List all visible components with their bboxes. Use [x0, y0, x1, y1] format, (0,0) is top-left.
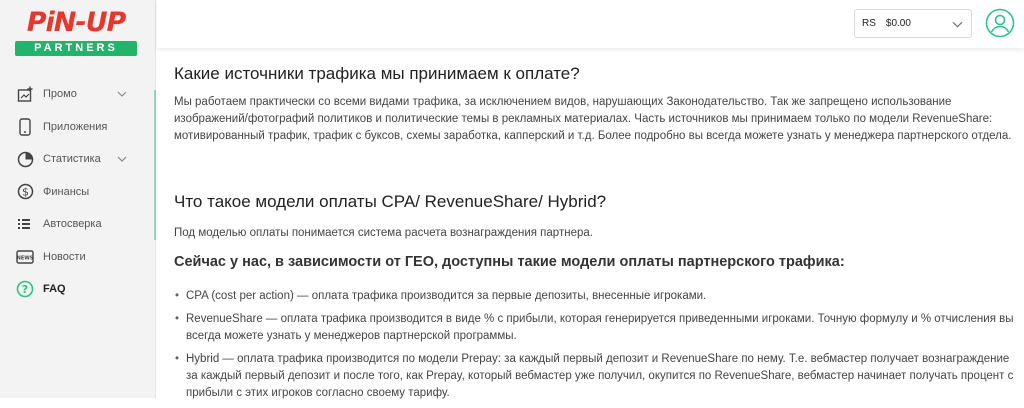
svg-text:NEWS: NEWS — [17, 255, 34, 261]
sidebar-item-faq[interactable]: ? FAQ — [0, 273, 155, 306]
user-avatar-icon[interactable] — [985, 8, 1015, 38]
sidebar-nav: Промо Приложения Статистика $ Финансы Ав… — [0, 78, 155, 306]
list-item: CPA (cost per action) — оплата трафика п… — [174, 288, 1014, 305]
list-item: Hybrid — оплата трафика производится по … — [174, 351, 1014, 402]
balance-value: $0.00 — [885, 18, 911, 29]
chevron-down-icon — [117, 91, 127, 98]
question-icon: ? — [16, 280, 34, 298]
dollar-icon: $ — [16, 183, 34, 201]
sidebar-item-finance[interactable]: $ Финансы — [0, 176, 155, 209]
phone-icon — [16, 118, 34, 136]
sidebar-item-apps[interactable]: Приложения — [0, 111, 155, 144]
promo-icon — [16, 85, 34, 103]
logo-text: PiN-UP — [26, 7, 127, 38]
chevron-down-icon — [952, 21, 963, 28]
news-icon: NEWS — [16, 248, 34, 266]
currency-label: RS — [862, 18, 876, 29]
svg-text:$: $ — [22, 186, 29, 199]
list-icon — [16, 215, 34, 233]
balance-dropdown[interactable]: RS $0.00 — [854, 9, 972, 38]
list-item: RevenueShare — оплата трафика производит… — [174, 311, 1014, 345]
sidebar-item-autoreconcile[interactable]: Автосверка — [0, 208, 155, 241]
sidebar-item-promo[interactable]: Промо — [0, 78, 155, 111]
chevron-down-icon — [117, 156, 127, 163]
pie-chart-icon — [16, 150, 34, 168]
pin-up-partners-logo[interactable]: PiN-UP PARTNERS — [14, 8, 138, 62]
sidebar-item-statistics[interactable]: Статистика — [0, 143, 155, 176]
sidebar-item-label: Статистика — [43, 153, 101, 166]
faq-answer-payment-models: Под моделью оплаты понимается система ра… — [174, 227, 593, 239]
sidebar-item-news[interactable]: NEWS Новости — [0, 241, 155, 274]
sidebar-item-label: Промо — [43, 88, 77, 101]
faq-question-traffic-sources: Какие источники трафика мы принимаем к о… — [174, 64, 580, 83]
top-header: RS $0.00 — [157, 0, 1024, 48]
svg-text:?: ? — [22, 283, 28, 296]
payment-models-list: CPA (cost per action) — оплата трафика п… — [174, 288, 1014, 408]
sidebar-item-label: Автосверка — [43, 218, 102, 231]
faq-answer-traffic-sources: Мы работаем практически со всеми видами … — [174, 96, 1012, 142]
sidebar-item-label: Приложения — [43, 120, 108, 133]
logo-subtext: PARTNERS — [15, 41, 137, 56]
sidebar-item-label: Новости — [43, 250, 86, 263]
faq-question-payment-models: Что такое модели оплаты CPA/ RevenueShar… — [174, 192, 607, 211]
payment-models-subtitle: Сейчас у нас, в зависимости от ГЕО, дост… — [174, 254, 845, 270]
sidebar-item-label: Финансы — [43, 185, 90, 198]
sidebar-item-label: FAQ — [43, 283, 66, 296]
sidebar: PiN-UP PARTNERS Промо Приложения Статист… — [0, 0, 156, 398]
